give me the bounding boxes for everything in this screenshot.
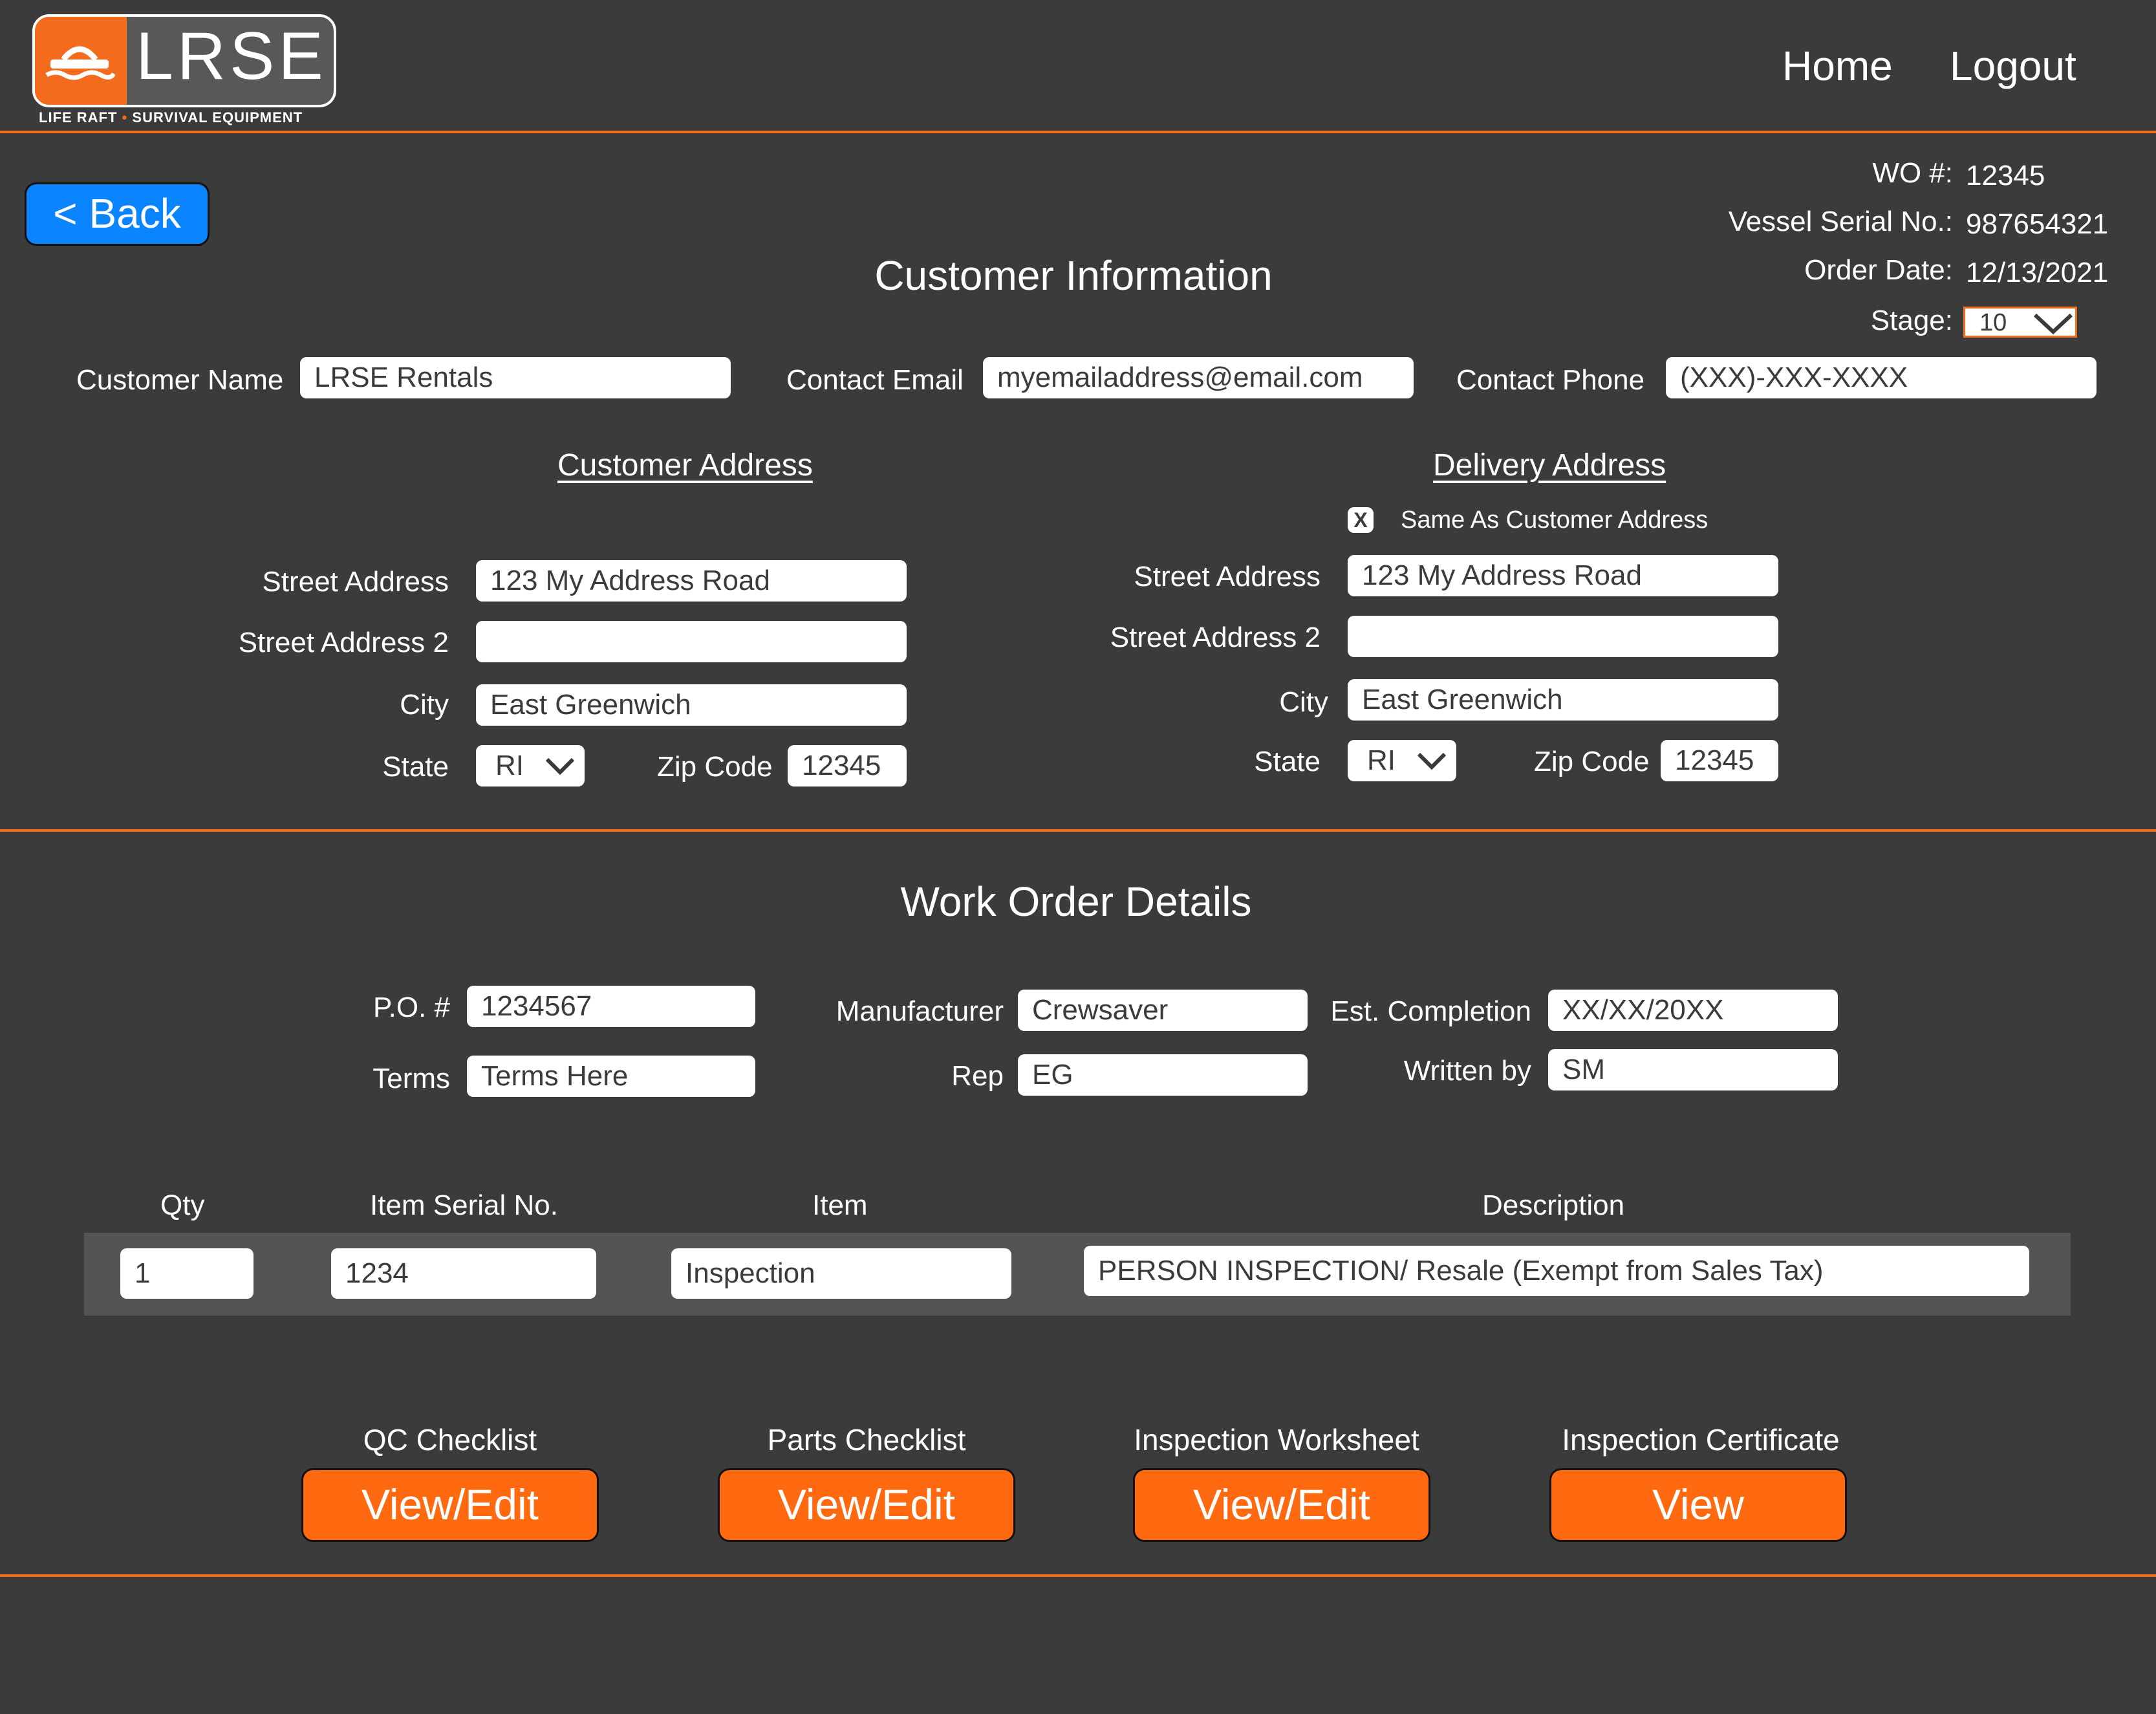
back-button[interactable]: < Back [25,182,210,246]
chevron-down-icon [2033,313,2073,334]
manufacturer-label: Manufacturer [835,995,1004,1027]
delivery-city-input[interactable]: East Greenwich [1348,679,1778,721]
logo[interactable]: LRSE LIFE RAFT • SURVIVAL EQUIPMENT [32,14,336,125]
rep-input[interactable]: EG [1018,1054,1308,1096]
delivery-address-title: Delivery Address [1433,448,1666,483]
stage-label: Stage: [1870,305,1953,336]
column-header-qty: Qty [160,1189,205,1221]
chevron-down-icon [1417,752,1447,770]
customer-city-input[interactable]: East Greenwich [476,684,907,726]
contact-email-input[interactable]: myemailaddress@email.com [983,357,1414,398]
order-date-value: 12/13/2021 [1966,257,2109,288]
customer-street-input[interactable]: 123 My Address Road [476,560,907,602]
customer-name-label: Customer Name [76,364,284,396]
row-description-input[interactable]: PERSON INSPECTION/ Resale (Exempt from S… [1084,1246,2029,1296]
column-header-item: Item [812,1189,868,1221]
customer-zip-input[interactable]: 12345 [788,745,907,786]
section-divider [0,829,2156,832]
vessel-serial-value: 987654321 [1966,208,2109,240]
stage-select[interactable]: 10 [1963,307,2077,338]
row-qty-input[interactable]: 1 [120,1248,253,1299]
header-divider [0,131,2156,133]
written-by-input[interactable]: SM [1548,1049,1838,1090]
customer-street2-label: Street Address 2 [238,627,449,658]
order-date-label: Order Date: [1804,254,1953,286]
contact-phone-label: Contact Phone [1456,364,1645,396]
customer-street2-input[interactable] [476,621,907,662]
customer-city-label: City [400,689,449,721]
est-completion-label: Est. Completion [1330,995,1531,1027]
inspection-worksheet-caption: Inspection Worksheet [1134,1423,1419,1457]
terms-input[interactable]: Terms Here [467,1056,755,1097]
qc-checklist-view-edit-button[interactable]: View/Edit [301,1468,599,1542]
logo-tagline: LIFE RAFT • SURVIVAL EQUIPMENT [39,109,303,125]
contact-phone-input[interactable]: (XXX)-XXX-XXXX [1666,357,2097,398]
row-serial-input[interactable]: 1234 [331,1248,596,1299]
customer-name-input[interactable]: LRSE Rentals [300,357,731,398]
contact-email-label: Contact Email [786,364,964,396]
manufacturer-input[interactable]: Crewsaver [1018,990,1308,1031]
inspection-certificate-caption: Inspection Certificate [1562,1423,1840,1457]
work-order-details-title: Work Order Details [900,878,1252,925]
parts-checklist-caption: Parts Checklist [767,1423,966,1457]
nav-home-link[interactable]: Home [1782,40,1893,92]
qc-checklist-caption: QC Checklist [363,1423,537,1457]
stage-value: 10 [1979,309,2007,336]
parts-checklist-view-edit-button[interactable]: View/Edit [718,1468,1015,1542]
delivery-street2-label: Street Address 2 [1110,622,1321,653]
customer-state-value: RI [495,750,524,781]
wo-label: WO #: [1872,157,1953,189]
wo-value: 12345 [1966,160,2045,191]
po-label: P.O. # [372,992,450,1023]
customer-state-select[interactable]: RI [476,745,585,786]
row-item-input[interactable]: Inspection [671,1248,1011,1299]
delivery-state-select[interactable]: RI [1348,740,1456,781]
customer-zip-label: Zip Code [657,751,773,783]
chevron-down-icon [545,757,575,776]
footer-divider [0,1574,2156,1577]
inspection-worksheet-view-edit-button[interactable]: View/Edit [1133,1468,1430,1542]
delivery-state-label: State [1254,746,1321,777]
customer-street-label: Street Address [262,566,449,598]
customer-address-title: Customer Address [557,448,813,483]
written-by-label: Written by [1403,1055,1531,1087]
delivery-street2-input[interactable] [1348,616,1778,657]
terms-label: Terms [372,1063,450,1094]
delivery-zip-input[interactable]: 12345 [1661,740,1778,781]
po-input[interactable]: 1234567 [467,986,755,1027]
logo-wordmark: LRSE [136,19,327,94]
vessel-serial-label: Vessel Serial No.: [1728,206,1953,237]
delivery-city-label: City [1279,686,1328,718]
rep-label: Rep [951,1060,1004,1092]
delivery-state-value: RI [1367,744,1396,776]
nav-logout-link[interactable]: Logout [1950,40,2076,92]
column-header-description: Description [1482,1189,1625,1221]
same-as-customer-label: Same As Customer Address [1401,506,1709,534]
inspection-certificate-view-button[interactable]: View [1549,1468,1847,1542]
delivery-street-input[interactable]: 123 My Address Road [1348,555,1778,596]
same-as-customer-checkbox[interactable]: X [1348,507,1374,533]
column-header-item-serial: Item Serial No. [370,1189,558,1221]
customer-information-title: Customer Information [874,252,1273,299]
delivery-street-label: Street Address [1134,561,1321,592]
table-row: 1 1234 Inspection PERSON INSPECTION/ Res… [84,1233,2071,1316]
life-raft-icon [45,46,115,80]
delivery-zip-label: Zip Code [1534,746,1650,777]
customer-state-label: State [382,751,449,783]
est-completion-input[interactable]: XX/XX/20XX [1548,990,1838,1031]
